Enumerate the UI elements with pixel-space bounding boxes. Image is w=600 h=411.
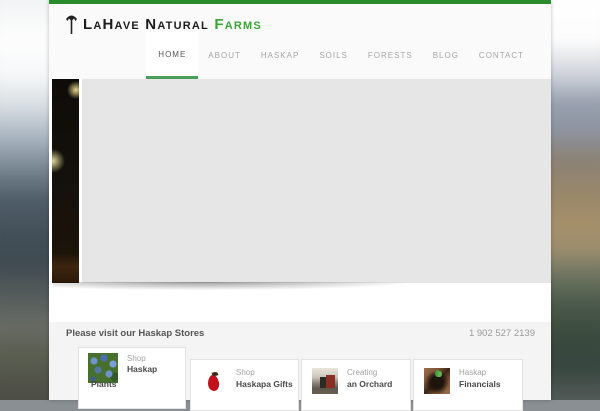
hero-drop-shadow: [53, 282, 547, 293]
hero-slide-previous-photo: [52, 79, 79, 283]
page-content-column: LaHave Natural Farms Home About Haskap S…: [49, 0, 551, 411]
seedling-hands-image: [424, 368, 450, 394]
stores-section: Please visit our Haskap Stores 1 902 527…: [49, 322, 551, 411]
hero-slider[interactable]: [49, 79, 551, 293]
store-card-creating-an-orchard[interactable]: Creating an Orchard: [301, 359, 411, 411]
store-card-title-wrap: Plants: [91, 379, 117, 389]
logo-text: LaHave Natural Farms: [83, 16, 262, 33]
orchard-photo-image: [312, 368, 338, 394]
stores-heading: Please visit our Haskap Stores: [66, 328, 205, 339]
nav-item-about[interactable]: About: [198, 32, 251, 79]
store-card-title: Haskap: [127, 364, 158, 374]
hero-slide-placeholder: [82, 79, 551, 283]
store-card-title: Financials: [459, 379, 501, 389]
sprout-leaf-2: [438, 371, 442, 377]
logo-text-primary: LaHave Natural: [83, 15, 209, 33]
nav-item-blog[interactable]: Blog: [423, 32, 469, 79]
main-nav: Home About Haskap Soils Forests Blog Con…: [146, 32, 551, 79]
nav-item-contact[interactable]: Contact: [469, 32, 534, 79]
store-card-haskapa-gifts[interactable]: Shop Haskapa Gifts: [190, 359, 299, 411]
store-card-title: an Orchard: [347, 379, 393, 389]
store-card-haskap-financials[interactable]: Haskap Financials: [413, 359, 523, 411]
tree-icon: [65, 13, 83, 35]
red-berry-image: [201, 368, 227, 394]
nav-item-forests[interactable]: Forests: [358, 32, 423, 79]
site-header: LaHave Natural Farms Home About Haskap S…: [49, 4, 551, 79]
nav-item-soils[interactable]: Soils: [309, 32, 358, 79]
berry-shape: [207, 374, 220, 392]
store-card-title: Haskapa Gifts: [236, 379, 293, 389]
orchard-tractor: [326, 375, 335, 388]
phone-number: 1 902 527 2139: [468, 328, 535, 339]
store-card-label: Shop: [236, 368, 255, 377]
nav-item-home[interactable]: Home: [146, 32, 199, 79]
store-card-label: Haskap: [459, 368, 487, 377]
store-card-label: Shop: [127, 354, 146, 363]
store-card-label: Creating: [347, 368, 378, 377]
logo-text-accent: Farms: [214, 15, 262, 33]
berry-stem: [211, 371, 219, 377]
nav-item-haskap[interactable]: Haskap: [251, 32, 309, 79]
